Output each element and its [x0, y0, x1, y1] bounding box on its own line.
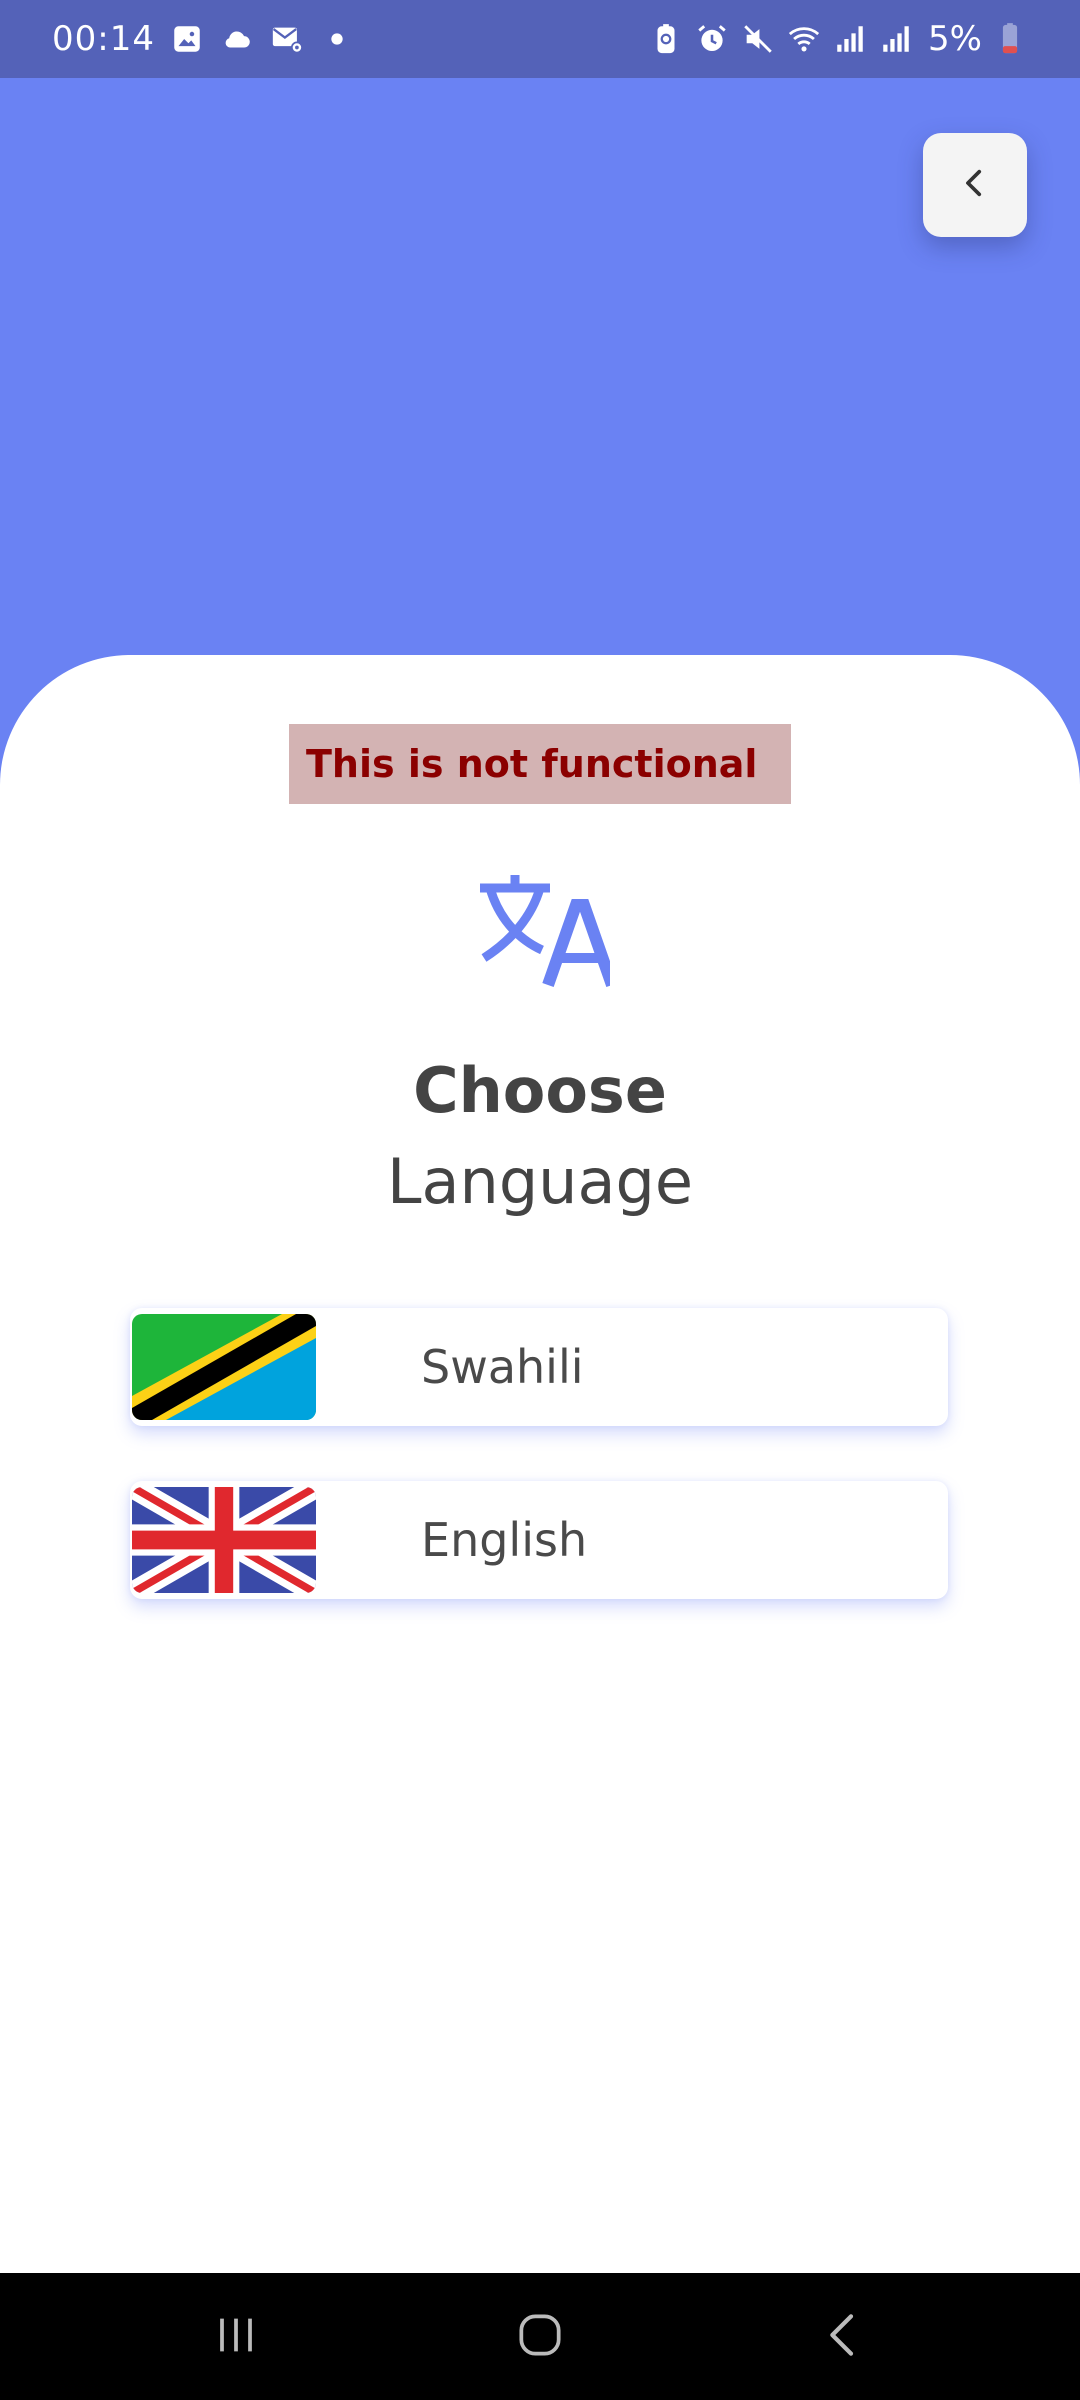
- wifi-icon: [786, 21, 822, 57]
- page-title: Choose: [413, 1054, 667, 1127]
- back-button[interactable]: [923, 133, 1027, 237]
- gallery-icon: [169, 21, 205, 57]
- uk-flag-icon: [132, 1487, 316, 1593]
- warning-banner: This is not functional: [289, 724, 791, 804]
- battery-percent: 5%: [928, 19, 982, 59]
- language-label: English: [421, 1513, 588, 1567]
- recents-icon: [208, 2307, 264, 2367]
- chevron-left-icon: [958, 166, 992, 204]
- system-back-button[interactable]: [784, 2273, 904, 2400]
- notification-dot-icon: [319, 21, 355, 57]
- cloud-icon: [219, 21, 255, 57]
- recents-button[interactable]: [176, 2273, 296, 2400]
- language-label: Swahili: [421, 1340, 584, 1394]
- language-option-english[interactable]: English: [130, 1481, 948, 1599]
- status-bar: 00:14 5%: [0, 0, 1080, 78]
- status-time: 00:14: [52, 19, 155, 59]
- signal-icon: [878, 21, 914, 57]
- language-option-swahili[interactable]: Swahili: [130, 1308, 948, 1426]
- signal-icon: [832, 21, 868, 57]
- mail-settings-icon: [269, 21, 305, 57]
- back-icon: [816, 2307, 872, 2367]
- navigation-bar: [0, 2273, 1080, 2400]
- alarm-icon: [694, 21, 730, 57]
- home-button[interactable]: [480, 2273, 600, 2400]
- translate-icon: [470, 870, 618, 990]
- warning-text: This is not functional: [306, 742, 758, 786]
- battery-saver-icon: [648, 21, 684, 57]
- battery-low-icon: [992, 21, 1028, 57]
- tanzania-flag-icon: [132, 1314, 316, 1420]
- status-right: 5%: [648, 0, 1028, 78]
- home-icon: [512, 2307, 568, 2367]
- status-left: 00:14: [52, 0, 355, 78]
- page-subtitle: Language: [387, 1145, 693, 1218]
- mute-icon: [740, 21, 776, 57]
